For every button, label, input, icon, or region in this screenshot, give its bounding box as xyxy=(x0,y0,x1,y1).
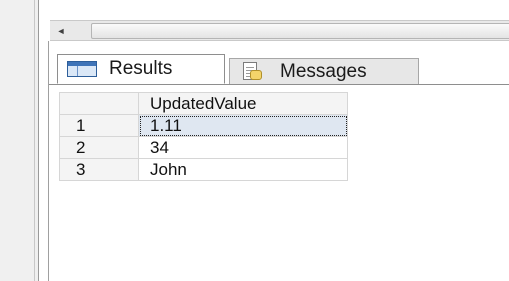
table-row[interactable]: 1 1.11 xyxy=(59,114,348,137)
scrollbar-thumb[interactable] xyxy=(91,23,509,39)
grid-corner-cell[interactable] xyxy=(59,92,139,115)
row-number[interactable]: 3 xyxy=(59,158,139,181)
query-editor[interactable] xyxy=(40,0,509,20)
grid-cell-selected[interactable]: 1.11 xyxy=(138,114,348,137)
column-header-updatedvalue[interactable]: UpdatedValue xyxy=(138,92,348,115)
grid-icon xyxy=(67,61,97,77)
grid-header-row: UpdatedValue xyxy=(59,92,348,115)
editor-gutter xyxy=(0,0,39,281)
table-row[interactable]: 2 34 xyxy=(59,136,348,159)
horizontal-scrollbar[interactable]: ◄ xyxy=(50,20,509,41)
results-pane: Results Messages UpdatedValue 1 1.11 2 3… xyxy=(48,41,509,281)
results-grid[interactable]: UpdatedValue 1 1.11 2 34 3 John xyxy=(59,92,348,181)
grid-cell[interactable]: 34 xyxy=(138,136,348,159)
scroll-left-arrow-icon[interactable]: ◄ xyxy=(50,21,72,40)
tab-messages[interactable]: Messages xyxy=(229,58,419,84)
tab-results-label: Results xyxy=(109,58,173,79)
tab-results[interactable]: Results xyxy=(57,54,225,84)
row-number[interactable]: 1 xyxy=(59,114,139,137)
message-icon xyxy=(240,61,262,82)
grid-cell[interactable]: John xyxy=(138,158,348,181)
tab-messages-label: Messages xyxy=(280,60,367,82)
table-row[interactable]: 3 John xyxy=(59,158,348,181)
row-number[interactable]: 2 xyxy=(59,136,139,159)
results-tabstrip: Results Messages xyxy=(49,54,509,85)
